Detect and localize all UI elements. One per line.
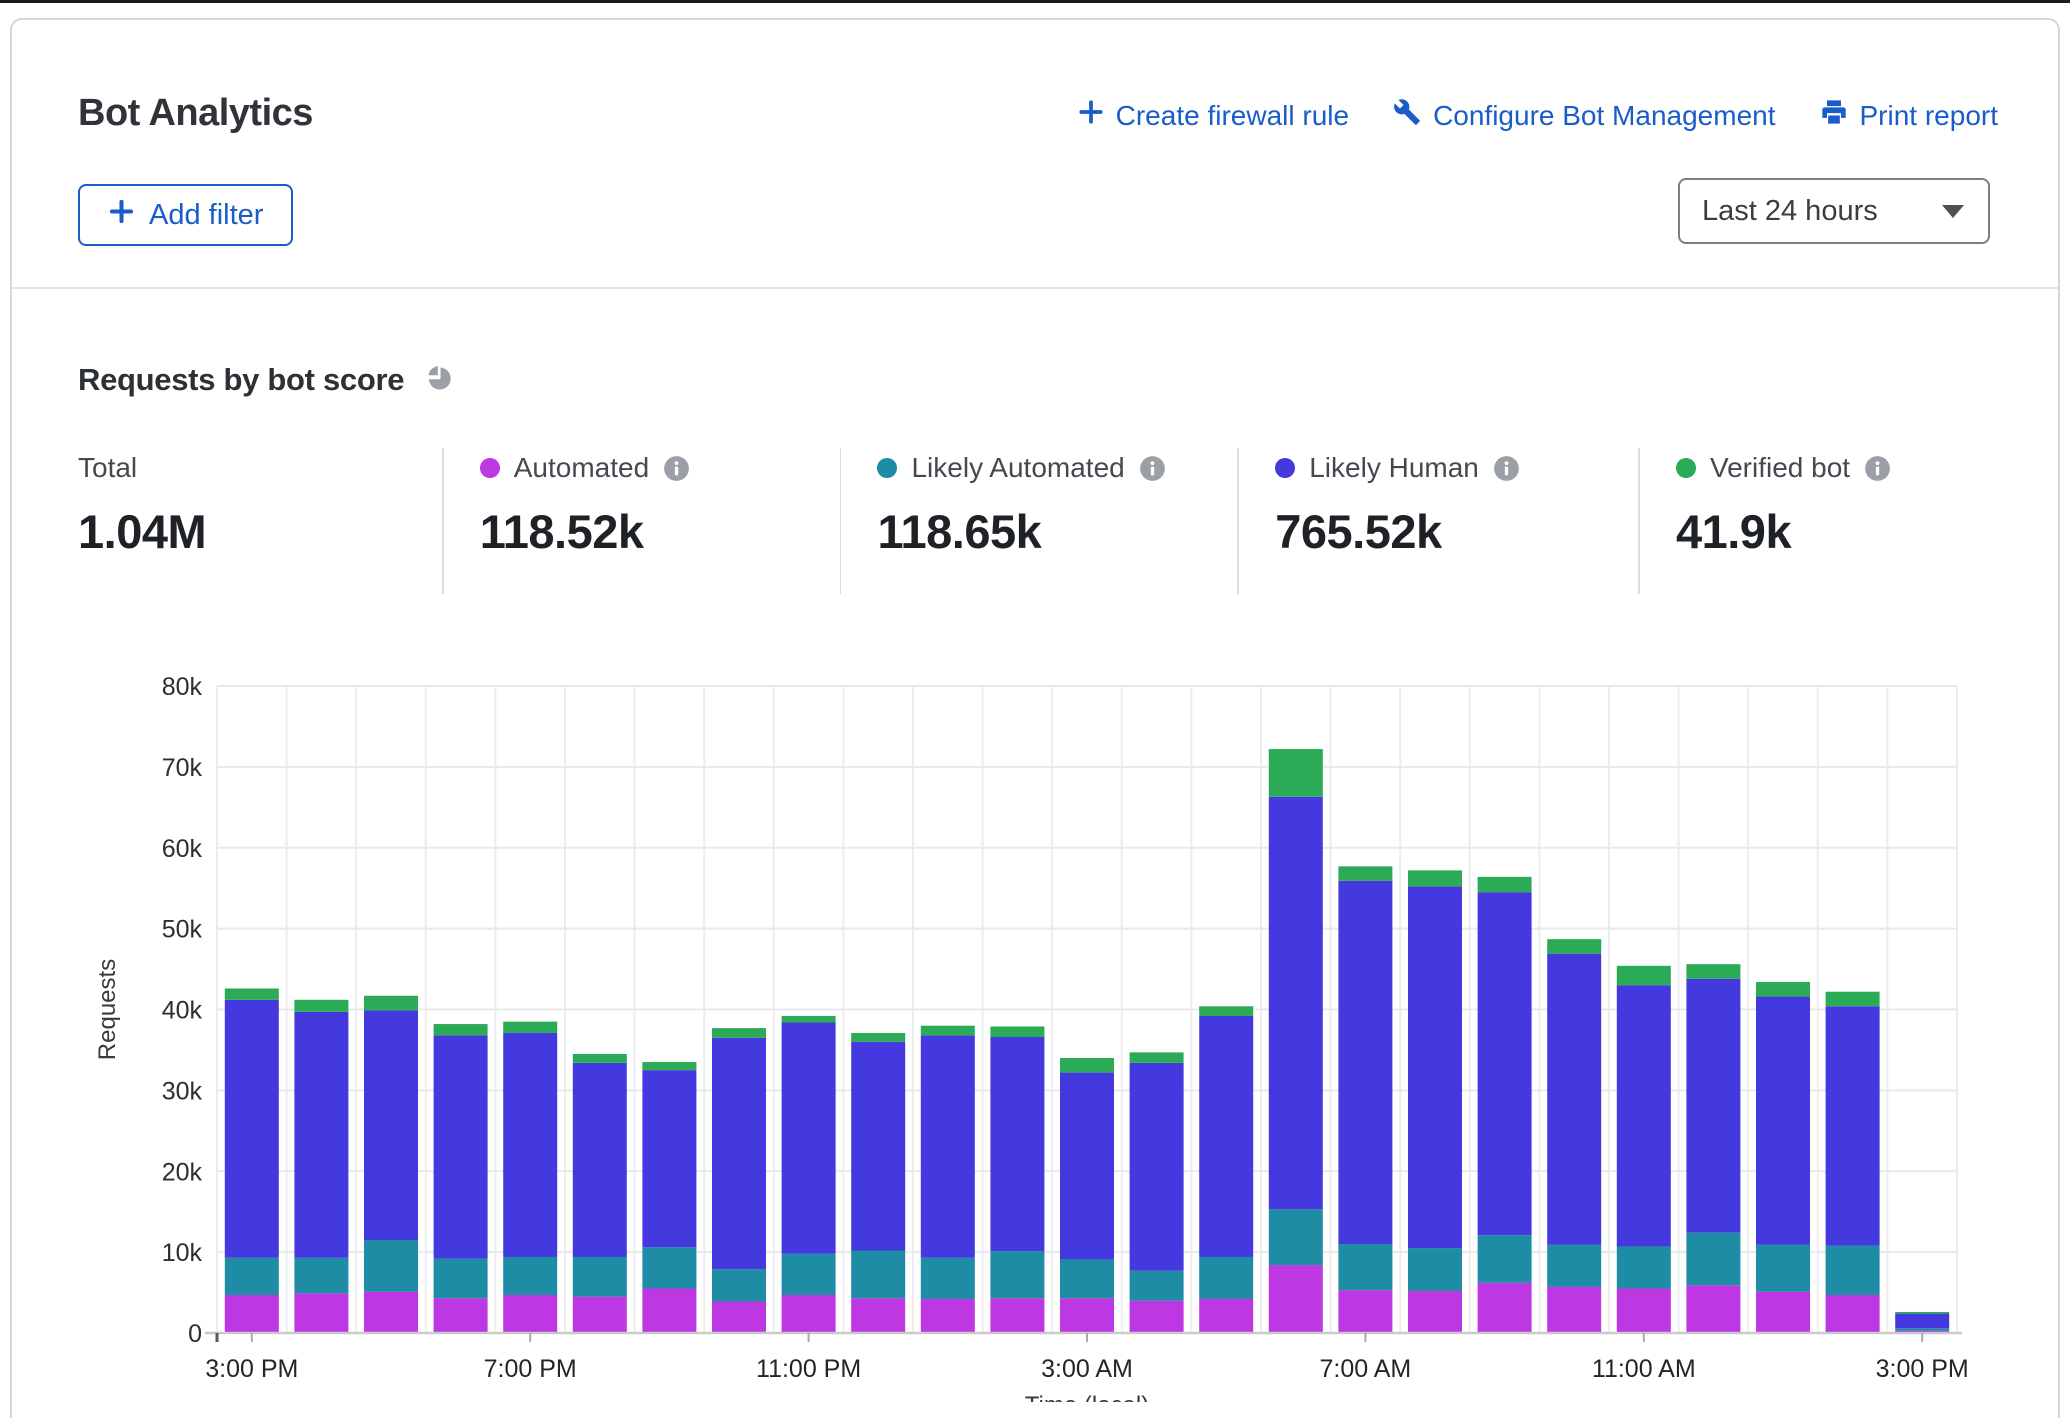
- stat-verified-bot-label: Verified bot: [1710, 452, 1850, 484]
- info-icon[interactable]: [1493, 455, 1520, 482]
- print-report-label: Print report: [1860, 100, 1999, 132]
- stat-total-value: 1.04M: [78, 504, 412, 559]
- requests-by-bot-score-chart[interactable]: 0 10k 20k 30k 40k 50k 60k 70k 80k 3:00 PM 7:00 PM 1…: [12, 617, 2070, 1402]
- svg-text:50k: 50k: [162, 916, 203, 944]
- chevron-down-icon: [1942, 205, 1964, 218]
- likely-human-dot: [1275, 458, 1295, 478]
- stat-likely-human: Likely Human 765.52k: [1239, 448, 1638, 598]
- stat-likely-automated-label: Likely Automated: [911, 452, 1124, 484]
- header-divider: [12, 287, 2058, 289]
- add-filter-button[interactable]: Add filter: [78, 184, 293, 246]
- bot-analytics-card: Bot Analytics Create firewall rule Confi…: [10, 18, 2060, 1418]
- add-filter-label: Add filter: [149, 199, 263, 232]
- svg-text:0: 0: [188, 1320, 202, 1348]
- svg-text:80k: 80k: [162, 673, 203, 701]
- create-firewall-rule-link[interactable]: Create firewall rule: [1078, 99, 1349, 132]
- svg-text:7:00 AM: 7:00 AM: [1320, 1355, 1412, 1383]
- plus-icon: [1078, 99, 1104, 132]
- svg-text:11:00 AM: 11:00 AM: [1592, 1355, 1696, 1383]
- create-firewall-rule-label: Create firewall rule: [1116, 100, 1349, 132]
- stat-automated: Automated 118.52k: [444, 448, 840, 598]
- window-top-edge: [0, 0, 2070, 3]
- stat-likely-human-label: Likely Human: [1309, 452, 1479, 484]
- svg-text:3:00 PM: 3:00 PM: [205, 1355, 298, 1383]
- stat-likely-automated-value: 118.65k: [877, 504, 1207, 559]
- verified-bot-dot: [1676, 458, 1696, 478]
- svg-text:11:00 PM: 11:00 PM: [756, 1355, 861, 1383]
- stat-automated-value: 118.52k: [480, 504, 810, 559]
- svg-text:10k: 10k: [162, 1239, 203, 1267]
- time-range-value: Last 24 hours: [1702, 195, 1878, 228]
- section-title: Requests by bot score: [78, 362, 404, 398]
- stat-likely-human-value: 765.52k: [1275, 504, 1608, 559]
- likely-automated-dot: [877, 458, 897, 478]
- svg-text:Requests: Requests: [94, 959, 121, 1060]
- svg-text:40k: 40k: [162, 997, 203, 1025]
- print-report-link[interactable]: Print report: [1820, 98, 1999, 133]
- stat-total-label: Total: [78, 452, 137, 484]
- stat-verified-bot: Verified bot 41.9k: [1640, 448, 1998, 598]
- svg-text:30k: 30k: [162, 1077, 203, 1105]
- time-range-select[interactable]: Last 24 hours: [1678, 178, 1990, 244]
- stacked-bar-chart-canvas[interactable]: 0 10k 20k 30k 40k 50k 60k 70k 80k 3:00 PM 7:00 PM 1…: [12, 617, 2070, 1402]
- stat-total: Total 1.04M: [78, 448, 442, 598]
- stat-verified-bot-value: 41.9k: [1676, 504, 1968, 559]
- svg-text:20k: 20k: [162, 1158, 203, 1186]
- wrench-icon: [1393, 98, 1421, 133]
- svg-text:3:00 AM: 3:00 AM: [1041, 1355, 1133, 1383]
- bot-score-legend-stats: Total 1.04M Automated 118.52k Likely Aut…: [78, 448, 1998, 598]
- svg-text:7:00 PM: 7:00 PM: [484, 1355, 577, 1383]
- info-icon[interactable]: [1139, 455, 1166, 482]
- stat-automated-label: Automated: [514, 452, 649, 484]
- plus-icon: [108, 198, 135, 233]
- configure-bot-management-label: Configure Bot Management: [1433, 100, 1775, 132]
- svg-text:3:00 PM: 3:00 PM: [1876, 1355, 1969, 1383]
- printer-icon: [1820, 98, 1848, 133]
- page-title: Bot Analytics: [78, 92, 313, 135]
- section-title-row: Requests by bot score: [78, 362, 455, 398]
- stat-likely-automated: Likely Automated 118.65k: [841, 448, 1237, 598]
- svg-text:60k: 60k: [162, 835, 203, 863]
- header-actions: Create firewall rule Configure Bot Manag…: [1078, 98, 1998, 133]
- automated-dot: [480, 458, 500, 478]
- svg-text:70k: 70k: [162, 754, 203, 782]
- configure-bot-management-link[interactable]: Configure Bot Management: [1393, 98, 1775, 133]
- info-icon[interactable]: [663, 455, 690, 482]
- info-icon[interactable]: [1864, 455, 1891, 482]
- pie-chart-icon: [424, 362, 455, 398]
